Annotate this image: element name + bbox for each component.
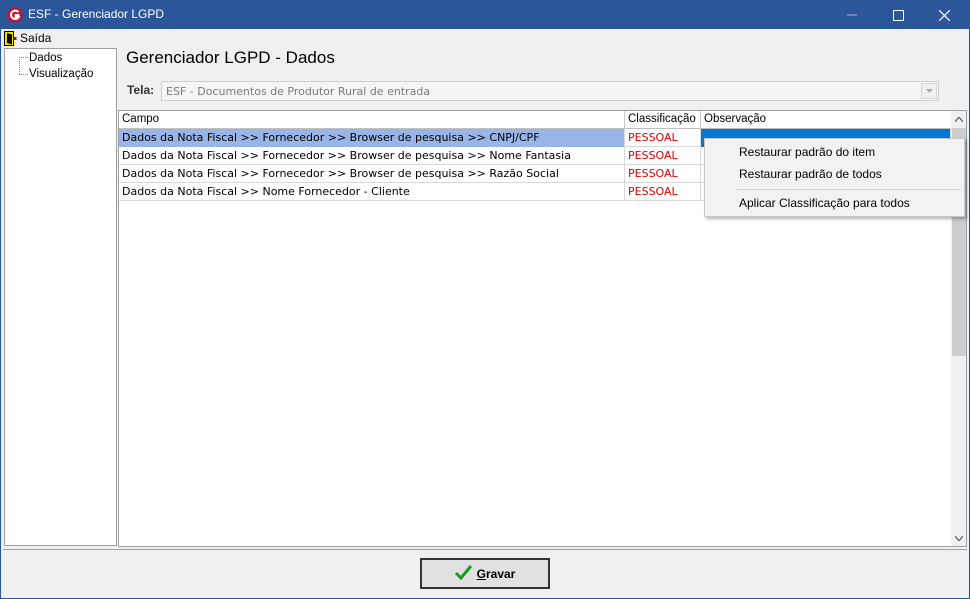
main-window: ESF - Gerenciador LGPD Saída Dados Visua… [0, 0, 970, 599]
menu-item-restore-all[interactable]: Restaurar padrão de todos [739, 167, 882, 181]
cell-campo[interactable]: Dados da Nota Fiscal >> Fornecedor >> Br… [119, 165, 625, 183]
cell-classificacao[interactable]: PESSOAL [625, 165, 701, 183]
cell-campo[interactable]: Dados da Nota Fiscal >> Fornecedor >> Br… [119, 129, 625, 147]
tela-label: Tela: [127, 83, 155, 97]
title-bar[interactable]: ESF - Gerenciador LGPD [1, 1, 969, 29]
cell-campo[interactable]: Dados da Nota Fiscal >> Nome Fornecedor … [119, 183, 625, 201]
tree-connector [19, 74, 28, 75]
maximize-button[interactable] [875, 1, 921, 29]
minimize-button[interactable] [829, 1, 875, 29]
column-header-observacao[interactable]: Observação [701, 111, 951, 129]
exit-label: Saída [20, 31, 52, 45]
page-title: Gerenciador LGPD - Dados [126, 48, 335, 67]
column-header-classificacao[interactable]: Classificação [625, 111, 701, 129]
tree-connector [19, 57, 28, 58]
tree-item-dados[interactable]: Dados [29, 52, 62, 64]
checkmark-icon [454, 564, 472, 583]
cell-classificacao[interactable]: PESSOAL [625, 129, 701, 147]
menu-item-restore-item[interactable]: Restaurar padrão do item [739, 145, 875, 159]
menu-item-apply-classification-all[interactable]: Aplicar Classificação para todos [739, 196, 910, 210]
navigation-tree: Dados Visualização [4, 48, 117, 546]
context-menu: Restaurar padrão do item Restaurar padrã… [704, 138, 965, 217]
scroll-up-arrow-icon[interactable] [951, 111, 966, 127]
exit-door-icon [4, 30, 17, 46]
footer-divider [3, 549, 967, 550]
menu-separator [735, 189, 961, 190]
window-title: ESF - Gerenciador LGPD [28, 7, 165, 21]
save-button[interactable]: Gravar [420, 558, 550, 589]
cell-classificacao[interactable]: PESSOAL [625, 183, 701, 201]
cell-campo[interactable]: Dados da Nota Fiscal >> Fornecedor >> Br… [119, 147, 625, 165]
column-header-campo[interactable]: Campo [119, 111, 625, 129]
tela-select-value: ESF - Documentos de Produtor Rural de en… [166, 85, 431, 98]
cell-classificacao[interactable]: PESSOAL [625, 147, 701, 165]
tree-item-visualizacao[interactable]: Visualização [29, 68, 93, 80]
menu-bar: Saída [1, 29, 969, 47]
tela-select[interactable]: ESF - Documentos de Produtor Rural de en… [161, 81, 939, 101]
exit-menu-item[interactable]: Saída [4, 30, 51, 46]
tree-connector [19, 57, 20, 74]
app-logo-icon [7, 7, 23, 23]
save-button-label: Gravar [476, 566, 516, 581]
close-button[interactable] [921, 1, 967, 29]
dropdown-arrow-icon[interactable] [921, 83, 937, 99]
grid-header: Campo Classificação Observação [119, 111, 951, 129]
scroll-down-arrow-icon[interactable] [951, 530, 966, 546]
